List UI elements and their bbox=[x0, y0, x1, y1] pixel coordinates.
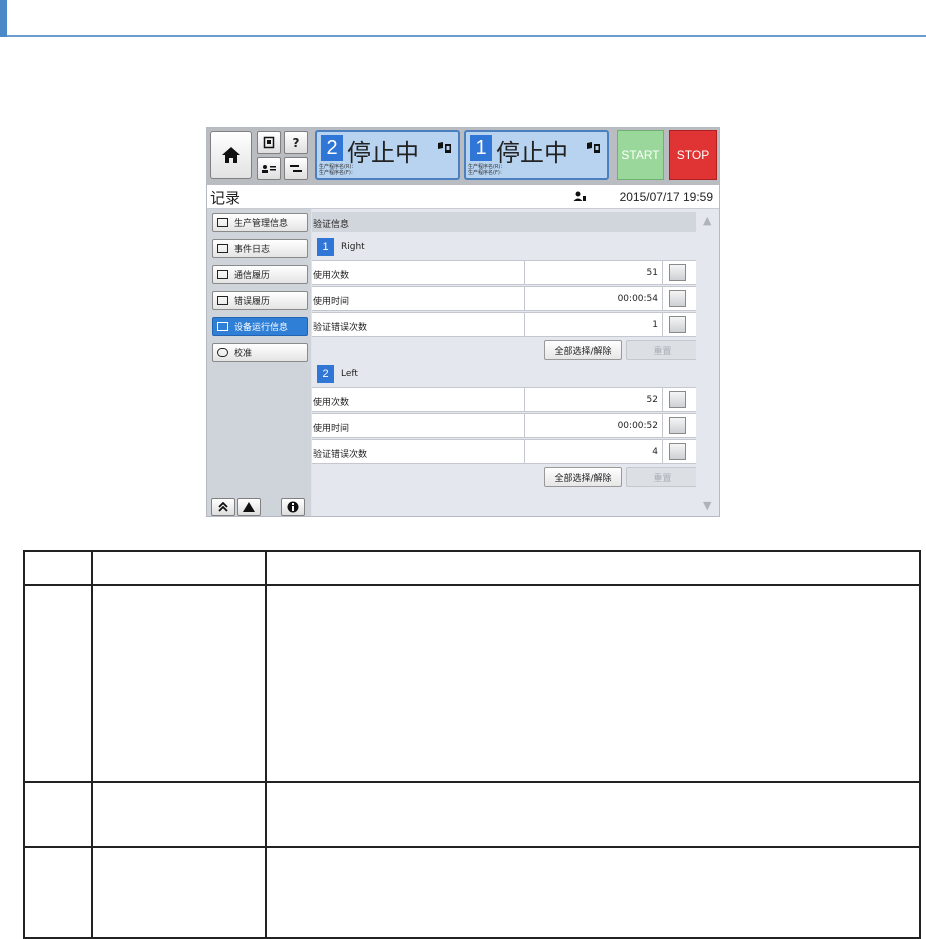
top-bar: ? 2 停止中 生产程序名(R)： 生产程序名(F)： 1 停止中 生产程序名(R… bbox=[207, 128, 719, 185]
collapse-button[interactable] bbox=[211, 498, 235, 516]
lane1-board-icon bbox=[587, 142, 600, 153]
row-checkbox[interactable] bbox=[669, 290, 686, 307]
user-icon bbox=[573, 191, 586, 201]
lane2-number: 2 bbox=[321, 135, 343, 161]
group-header-right: 1 Right bbox=[317, 237, 365, 257]
home-button[interactable] bbox=[210, 131, 252, 179]
log-icon bbox=[217, 244, 228, 253]
scrollbar[interactable]: ▲ ▼ bbox=[696, 209, 719, 516]
info-icon bbox=[287, 501, 299, 513]
operator-button[interactable] bbox=[257, 157, 281, 180]
start-button[interactable]: START bbox=[617, 130, 664, 180]
device-icon bbox=[217, 322, 228, 331]
transfer-icon bbox=[290, 164, 302, 172]
info-button[interactable] bbox=[281, 498, 305, 516]
sidebar-item-calibration[interactable]: 校准 bbox=[212, 343, 308, 362]
select-all-button[interactable]: 全部选择/解除 bbox=[544, 340, 622, 360]
stop-button[interactable]: STOP bbox=[669, 130, 717, 180]
sidebar-item-error-history[interactable]: 错误履历 bbox=[212, 291, 308, 310]
help-button[interactable]: ? bbox=[284, 131, 308, 154]
error-icon bbox=[217, 296, 228, 305]
sidebar-item-event-log[interactable]: 事件日志 bbox=[212, 239, 308, 258]
page-title: 记录 bbox=[210, 189, 241, 207]
row-checkbox[interactable] bbox=[669, 417, 686, 434]
row-checkbox[interactable] bbox=[669, 264, 686, 281]
lane2-program-info: 生产程序名(R)： 生产程序名(F)： bbox=[319, 164, 357, 176]
section-title: 验证信息 bbox=[312, 212, 696, 232]
table-row bbox=[23, 846, 921, 939]
transfer-button[interactable] bbox=[284, 157, 308, 180]
reset-button[interactable]: 重置 bbox=[626, 467, 699, 487]
table-row: 验证错误次数 4 bbox=[312, 439, 697, 464]
lane2-status-text: 停止中 bbox=[347, 139, 419, 167]
table-row bbox=[23, 781, 921, 848]
header-rule bbox=[7, 35, 926, 37]
table-row: 使用次数 51 bbox=[312, 260, 697, 285]
table-row: 使用时间 00:00:52 bbox=[312, 413, 697, 438]
table-row: 使用时间 00:00:54 bbox=[312, 286, 697, 311]
group-number: 2 bbox=[317, 365, 334, 383]
row-checkbox[interactable] bbox=[669, 391, 686, 408]
lane1-status-text: 停止中 bbox=[496, 139, 568, 167]
chart-icon bbox=[217, 218, 228, 227]
datetime: 2015/07/17 19:59 bbox=[619, 190, 713, 204]
page-header-bar bbox=[0, 0, 926, 38]
row-checkbox[interactable] bbox=[669, 316, 686, 333]
lane1-number: 1 bbox=[470, 135, 492, 161]
book-icon bbox=[263, 136, 275, 149]
sidebar-item-device-operation-info[interactable]: 设备运行信息 bbox=[212, 317, 308, 336]
header-accent bbox=[0, 0, 7, 37]
table-row: 验证错误次数 1 bbox=[312, 312, 697, 337]
select-all-button[interactable]: 全部选择/解除 bbox=[544, 467, 622, 487]
table-row bbox=[23, 584, 921, 783]
help-icon: ? bbox=[292, 135, 300, 150]
group-name: Right bbox=[341, 242, 365, 252]
table-row: 使用次数 52 bbox=[312, 387, 697, 412]
content-panel: 验证信息 1 Right 使用次数 51 使用时间 00:00:54 验证错误次… bbox=[312, 209, 699, 516]
manual-button[interactable] bbox=[257, 131, 281, 154]
lane1-program-info: 生产程序名(R)： 生产程序名(F)： bbox=[468, 164, 506, 176]
lane2-status-panel[interactable]: 2 停止中 生产程序名(R)： 生产程序名(F)： bbox=[315, 130, 460, 180]
warning-button[interactable] bbox=[237, 498, 261, 516]
operator-icon bbox=[262, 164, 276, 173]
calibration-icon bbox=[217, 348, 228, 357]
scroll-up-icon[interactable]: ▲ bbox=[703, 214, 711, 227]
title-bar: 记录 2015/07/17 19:59 bbox=[207, 185, 719, 209]
sidebar-item-production-info[interactable]: 生产管理信息 bbox=[212, 213, 308, 232]
machine-screen: ? 2 停止中 生产程序名(R)： 生产程序名(F)： 1 停止中 生产程序名(R… bbox=[206, 127, 720, 517]
comm-icon bbox=[217, 270, 228, 279]
group-number: 1 bbox=[317, 238, 334, 256]
group-name: Left bbox=[341, 369, 358, 379]
row-checkbox[interactable] bbox=[669, 443, 686, 460]
lane1-status-panel[interactable]: 1 停止中 生产程序名(R)： 生产程序名(F)： bbox=[464, 130, 609, 180]
description-table bbox=[23, 550, 921, 939]
reset-button[interactable]: 重置 bbox=[626, 340, 699, 360]
warning-icon bbox=[243, 502, 255, 512]
table-row bbox=[23, 550, 921, 586]
sidebar-item-comm-history[interactable]: 通信履历 bbox=[212, 265, 308, 284]
home-icon bbox=[222, 147, 240, 163]
sidebar: 生产管理信息 事件日志 通信履历 错误履历 设备运行信息 校准 bbox=[207, 209, 311, 516]
double-chevron-up-icon bbox=[218, 502, 228, 512]
group-header-left: 2 Left bbox=[317, 364, 358, 384]
lane2-board-icon bbox=[438, 142, 451, 153]
scroll-down-icon[interactable]: ▼ bbox=[703, 499, 711, 512]
